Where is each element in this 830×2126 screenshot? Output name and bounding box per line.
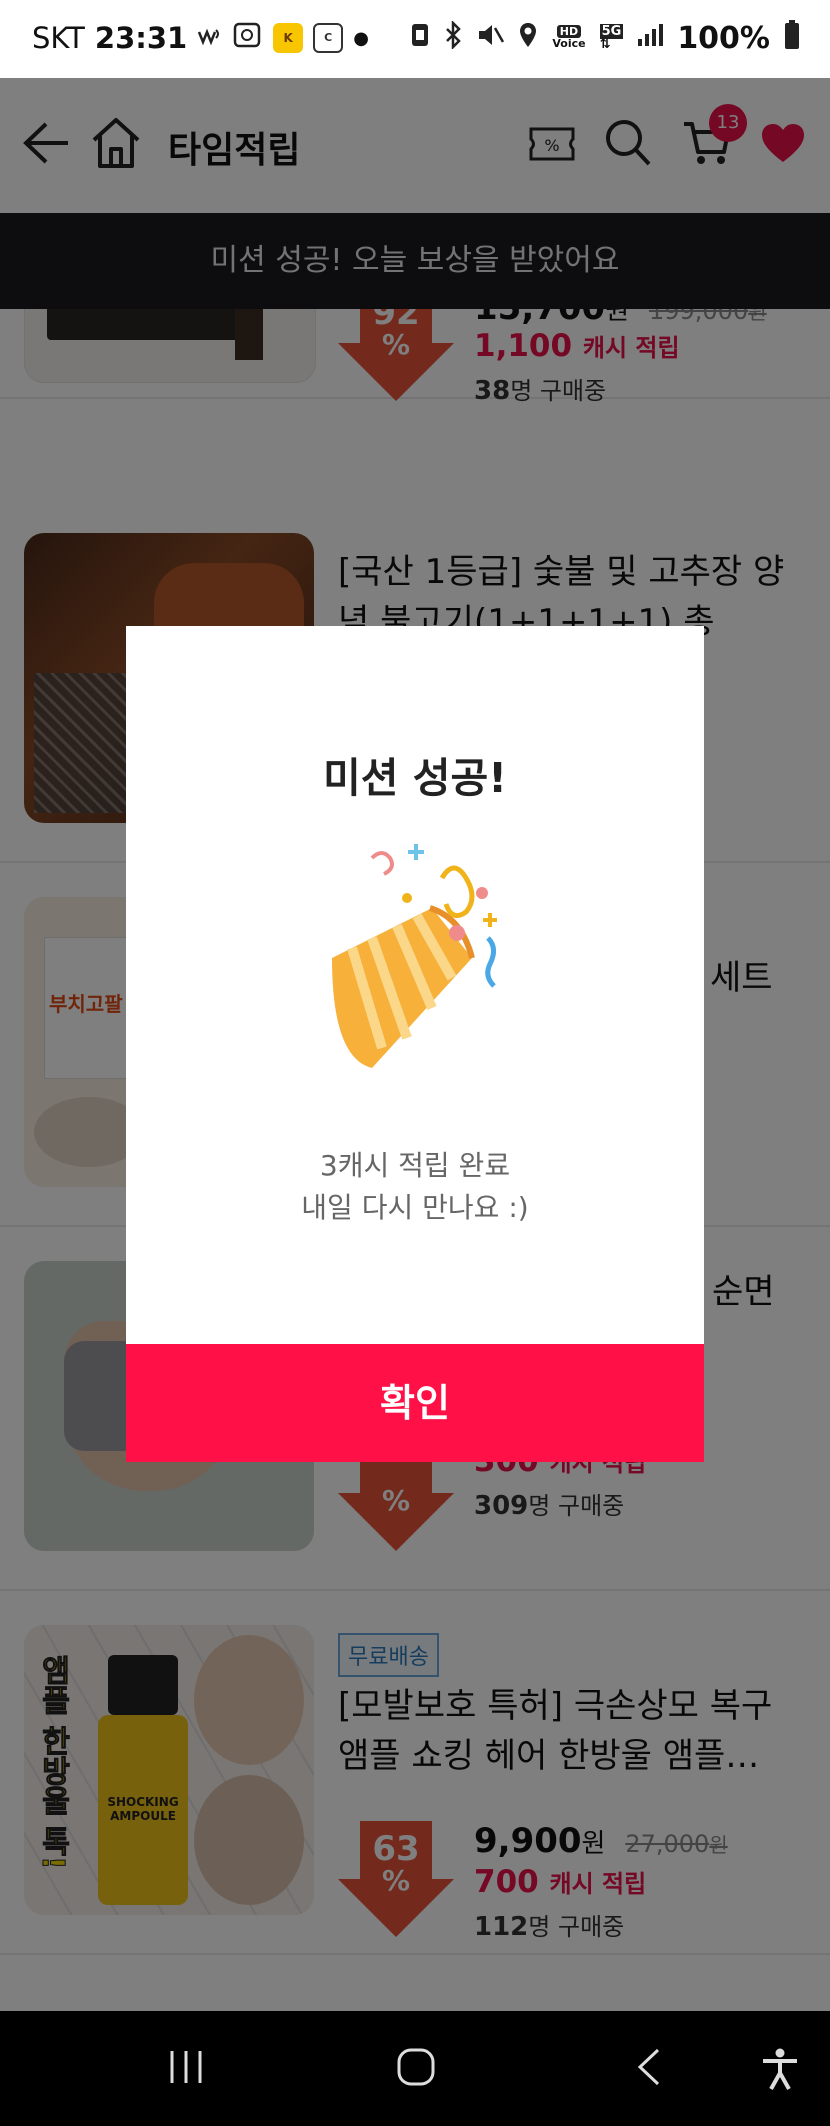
back-button-icon[interactable] xyxy=(634,2047,664,2087)
goodbye-message: 내일 다시 만나요 :) xyxy=(301,1191,529,1224)
hd-voice-icon: HD Voice xyxy=(552,25,586,50)
kakao-icon: K xyxy=(273,23,304,53)
5g-icon: 5G ⇅ xyxy=(599,24,624,52)
battery-icon xyxy=(784,20,800,56)
nfc-icon xyxy=(410,22,430,54)
mission-success-dialog: 미션 성공! 3캐시 적립 완료 내일 다시 만나요 :) 확인 xyxy=(126,626,704,1462)
reward-message: 3캐시 적립 완료 xyxy=(319,1149,511,1182)
dialog-title: 미션 성공! xyxy=(323,754,507,802)
party-popper-icon xyxy=(332,844,497,1068)
accessibility-icon[interactable] xyxy=(760,2047,800,2091)
recent-apps-icon[interactable] xyxy=(166,2047,206,2087)
system-nav-bar xyxy=(0,2011,830,2126)
battery-percent: 100% xyxy=(677,20,770,56)
notification-app-icon xyxy=(233,20,263,56)
carrier-label: SKT xyxy=(32,21,85,55)
home-button-icon[interactable] xyxy=(396,2047,436,2087)
location-icon xyxy=(518,21,538,55)
signal-icon xyxy=(637,23,664,53)
cash-app-icon: C xyxy=(313,23,344,53)
dot-icon: ● xyxy=(353,27,369,49)
status-bar: SKT 23:31 K C ● HD Voice 5G ⇅ 100% xyxy=(0,0,830,78)
clock: 23:31 xyxy=(94,21,188,55)
confirm-button[interactable]: 확인 xyxy=(126,1344,704,1462)
mute-icon xyxy=(476,22,505,54)
wifi-calling-icon xyxy=(197,24,223,52)
bluetooth-icon xyxy=(444,19,462,55)
